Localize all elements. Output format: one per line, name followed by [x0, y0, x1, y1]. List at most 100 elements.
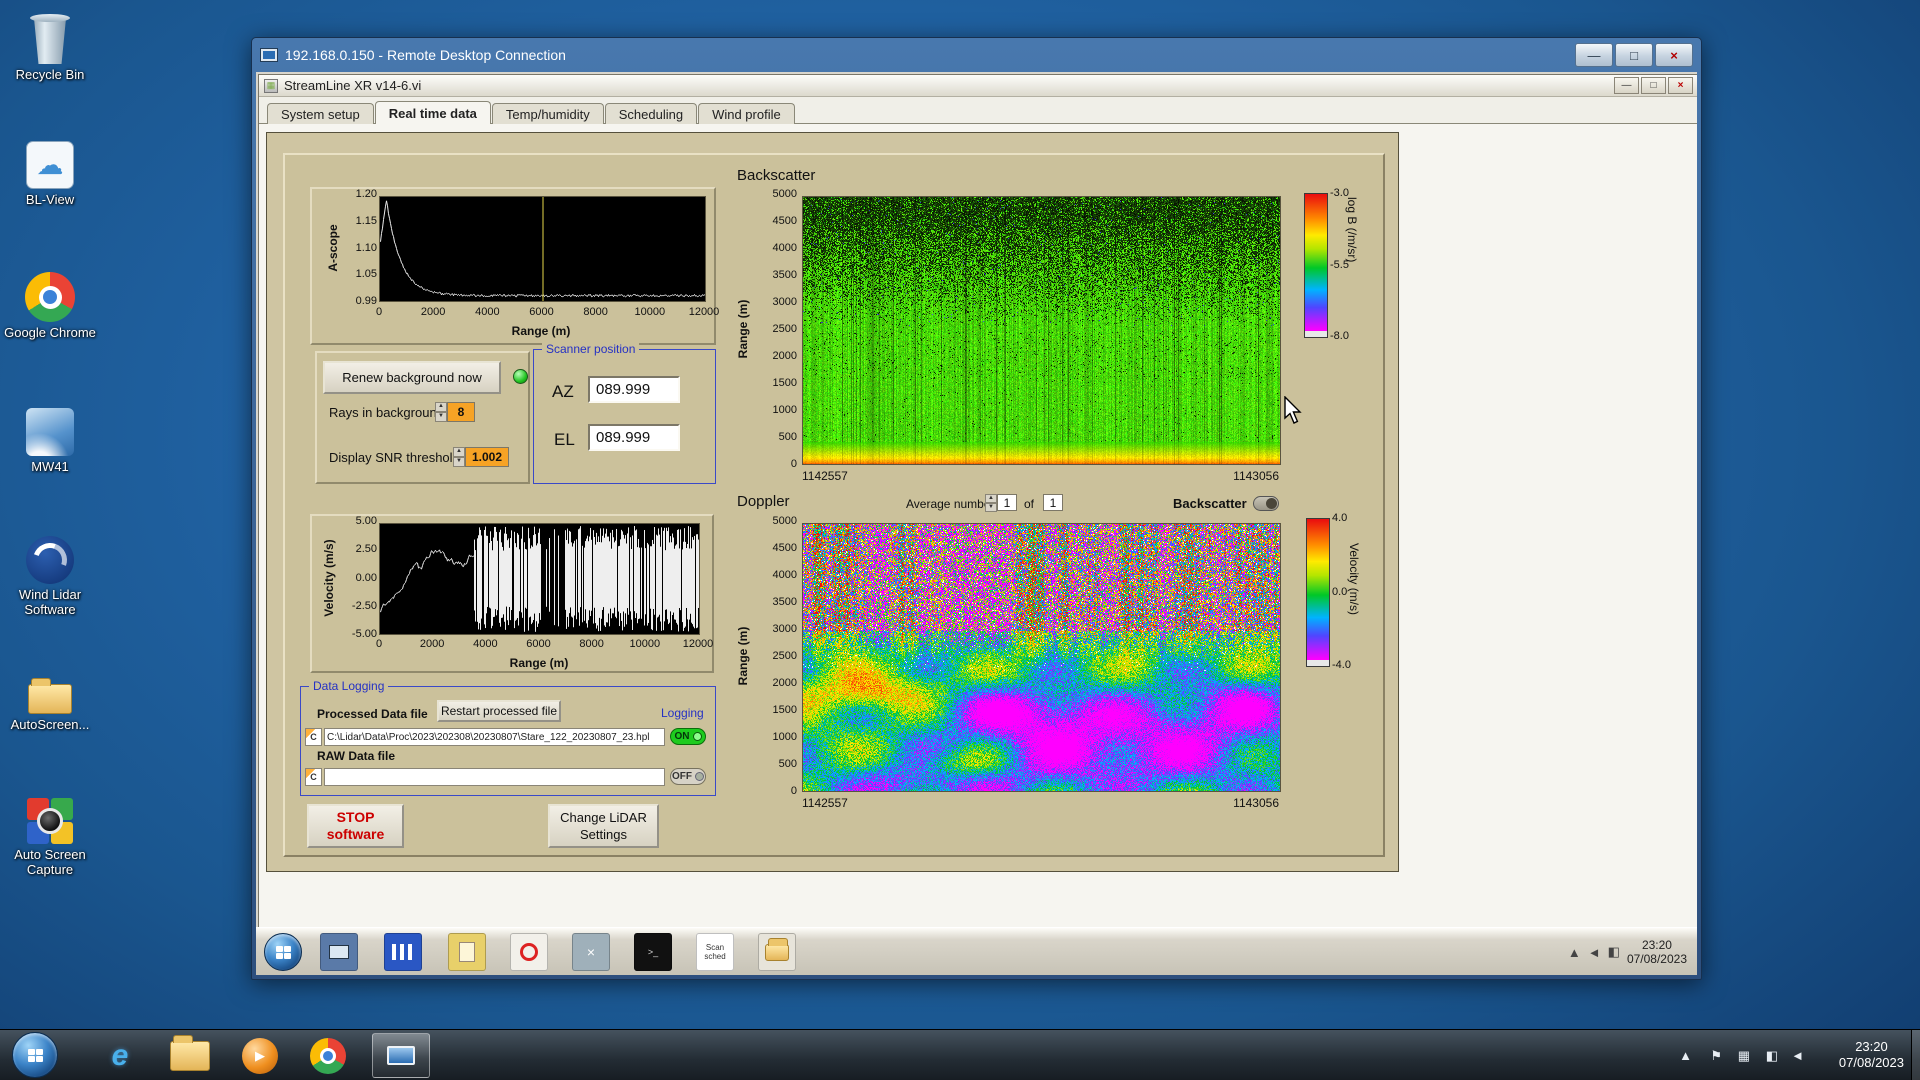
average-number-value[interactable]: 1	[997, 494, 1017, 511]
rdp-taskbar-icon-notes[interactable]	[448, 933, 486, 971]
tick-label: 500	[778, 758, 797, 770]
streamline-titlebar[interactable]: ▦ StreamLine XR v14-6.vi — □ ×	[259, 75, 1697, 97]
spin-up-icon[interactable]: ▲	[435, 402, 447, 412]
tab-system-setup[interactable]: System setup	[267, 103, 374, 126]
chrome-icon	[310, 1038, 346, 1074]
spin-up-icon[interactable]: ▲	[985, 494, 997, 503]
tray-volume-icon[interactable]: ◄	[1791, 1048, 1804, 1063]
spin-down-icon[interactable]: ▼	[985, 503, 997, 512]
taskbar-clock[interactable]: 23:20 07/08/2023	[1839, 1039, 1904, 1071]
tick-label: 0.0	[1332, 585, 1348, 598]
rdp-titlebar[interactable]: 192.168.0.150 - Remote Desktop Connectio…	[252, 38, 1701, 72]
tick-label: 1.20	[355, 188, 377, 200]
change-lidar-settings-button[interactable]: Change LiDAR Settings	[548, 804, 659, 848]
raw-path-field[interactable]	[324, 768, 665, 786]
streamline-window-title: StreamLine XR v14-6.vi	[284, 78, 422, 93]
tab-wind-profile[interactable]: Wind profile	[698, 103, 795, 126]
tray-flag-icon[interactable]: ⚑	[1710, 1048, 1722, 1064]
desktop-icon-wind-lidar[interactable]: Wind Lidar Software	[4, 528, 96, 617]
rdp-minimize-button[interactable]: —	[1575, 43, 1613, 67]
average-number-stepper[interactable]: ▲ ▼ 1	[985, 494, 1017, 512]
play-icon: ▶	[255, 1048, 265, 1063]
terminal-icon: >_	[647, 947, 659, 957]
renew-background-button[interactable]: Renew background now	[323, 361, 501, 394]
rdp-close-button[interactable]: ×	[1655, 43, 1693, 67]
el-label: EL	[554, 430, 575, 449]
processed-path-field[interactable]: C:\Lidar\Data\Proc\2023\202308\20230807\…	[324, 728, 665, 746]
app-close-button[interactable]: ×	[1668, 77, 1693, 94]
app-maximize-button[interactable]: □	[1641, 77, 1666, 94]
mouse-cursor	[1284, 396, 1302, 424]
taskbar-button-rdp-active[interactable]	[372, 1033, 430, 1078]
taskbar-icon-chrome[interactable]	[308, 1036, 348, 1076]
desktop-icon-mw41[interactable]: MW41	[4, 400, 96, 474]
taskbar-icon-media-player[interactable]: ▶	[240, 1036, 280, 1076]
rdp-taskbar-icon-terminal[interactable]: >_	[634, 933, 672, 971]
rdp-maximize-button[interactable]: □	[1615, 43, 1653, 67]
desktop-icon-google-chrome[interactable]: Google Chrome	[4, 266, 96, 340]
folder-icon	[170, 1035, 210, 1071]
drive-icon[interactable]: C	[305, 728, 322, 746]
desktop-icon-recycle-bin[interactable]: Recycle Bin	[4, 8, 96, 82]
rdp-start-button[interactable]	[264, 933, 302, 971]
taskbar-icon-internet-explorer[interactable]: e	[100, 1036, 140, 1076]
drive-icon[interactable]: C	[305, 768, 322, 786]
taskbar-icon-explorer[interactable]	[170, 1035, 210, 1076]
desktop-icon-auto-screen-capture[interactable]: Auto Screen Capture	[4, 788, 96, 877]
tray-volume-icon[interactable]: ◄	[1588, 945, 1601, 960]
recycle-bin-icon	[4, 8, 96, 64]
rdp-taskbar-icon-blview[interactable]	[384, 933, 422, 971]
remote-desktop-icon	[387, 1046, 415, 1065]
rdp-taskbar-icon-scan-sched[interactable]: Scan sched	[696, 933, 734, 971]
az-field[interactable]: 089.999	[588, 376, 680, 403]
app-minimize-button[interactable]: —	[1614, 77, 1639, 94]
tray-arrow-icon[interactable]: ▲	[1679, 1048, 1692, 1063]
tab-scheduling[interactable]: Scheduling	[604, 103, 698, 126]
show-desktop-button[interactable]	[1911, 1030, 1920, 1080]
rdp-taskbar-icon-explorer[interactable]	[320, 933, 358, 971]
raw-logging-off-button[interactable]: OFF	[670, 768, 706, 785]
stop-software-button[interactable]: STOP software	[307, 804, 404, 848]
restart-processed-file-button[interactable]: Restart processed file	[437, 700, 561, 722]
backscatter-colorbar-label: log B (/m/sr)	[1345, 197, 1359, 263]
of-label: of	[1024, 497, 1035, 511]
tray-display-icon[interactable]: ◧	[1766, 1048, 1778, 1064]
rays-in-background-stepper[interactable]: ▲ ▼ 8	[435, 402, 475, 422]
rdp-clock[interactable]: 23:20 07/08/2023	[1627, 938, 1687, 966]
media-player-icon: ▶	[242, 1038, 278, 1074]
windows-taskbar: e ▶ ▲ ⚑ ▦ ◧ ◄ 23:20 07/08/2023	[0, 1029, 1920, 1080]
rdp-taskbar-icon-capture[interactable]: ×	[572, 933, 610, 971]
spin-down-icon[interactable]: ▼	[453, 457, 465, 467]
backscatter-toggle[interactable]	[1253, 496, 1279, 511]
tray-network-icon[interactable]: ▦	[1738, 1048, 1750, 1064]
snr-value[interactable]: 1.002	[465, 447, 509, 467]
desktop-icon-bl-view[interactable]: ☁ BL-View	[4, 133, 96, 207]
el-field[interactable]: 089.999	[588, 424, 680, 451]
rdp-taskbar-icon-folder[interactable]	[758, 933, 796, 971]
snr-threshold-stepper[interactable]: ▲ ▼ 1.002	[453, 447, 509, 467]
doppler-y-axis-label: Range (m)	[736, 626, 750, 686]
average-of-count: 1	[1043, 494, 1063, 511]
tray-arrow-icon[interactable]: ▲	[1568, 945, 1581, 960]
clock-date: 07/08/2023	[1838, 1055, 1904, 1070]
rdp-taskbar-icon-power[interactable]	[510, 933, 548, 971]
stop-line1: STOP	[336, 809, 375, 825]
tab-temp-humidity[interactable]: Temp/humidity	[491, 103, 604, 126]
tray-display-icon[interactable]: ◧	[1608, 944, 1620, 960]
start-button[interactable]	[12, 1032, 58, 1078]
spin-up-icon[interactable]: ▲	[453, 447, 465, 457]
rays-value[interactable]: 8	[447, 402, 475, 422]
tick-label: 12000	[682, 638, 714, 650]
velocity-y-axis-label: Velocity (m/s)	[322, 539, 336, 617]
rdp-window-title: 192.168.0.150 - Remote Desktop Connectio…	[285, 47, 566, 63]
tick-label: 1.10	[355, 241, 377, 254]
spin-down-icon[interactable]: ▼	[435, 412, 447, 422]
tick-label: 2000	[772, 677, 797, 689]
tab-real-time-data[interactable]: Real time data	[374, 101, 491, 126]
processed-logging-on-button[interactable]: ON	[670, 728, 706, 745]
desktop-icon-autoscreen[interactable]: AutoScreen...	[4, 658, 96, 732]
tick-label: -8.0	[1330, 330, 1349, 342]
streamline-window: ▦ StreamLine XR v14-6.vi — □ × System se…	[258, 74, 1697, 929]
backscatter-x-end: 1143056	[1233, 469, 1279, 483]
tick-label: 3500	[772, 596, 797, 608]
